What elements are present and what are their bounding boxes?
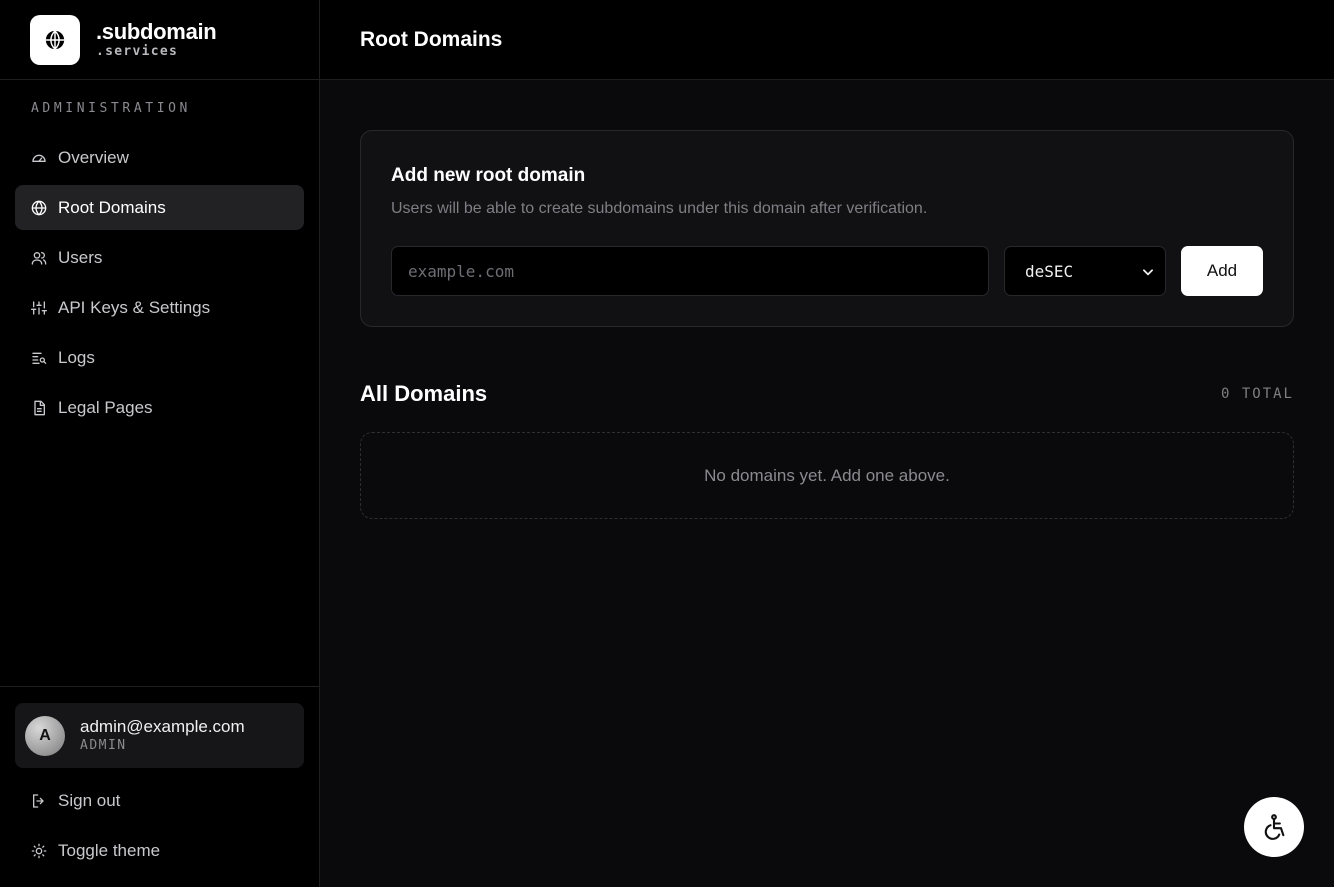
- toggle-theme-button[interactable]: Toggle theme: [15, 828, 304, 873]
- sign-out-button[interactable]: Sign out: [15, 778, 304, 823]
- provider-select-value: deSEC: [1025, 261, 1074, 281]
- toggle-theme-label: Toggle theme: [58, 840, 161, 860]
- section-label: ADMINISTRATION: [31, 101, 191, 116]
- add-domain-title: Add new root domain: [391, 165, 586, 186]
- add-button[interactable]: Add: [1181, 246, 1263, 296]
- all-domains-title: All Domains: [360, 381, 488, 406]
- document-icon: [31, 400, 47, 416]
- domains-empty-state: No domains yet. Add one above.: [360, 432, 1294, 519]
- sliders-icon: [31, 300, 47, 316]
- accessibility-button[interactable]: [1244, 797, 1304, 857]
- user-role: ADMIN: [80, 738, 127, 753]
- log-search-icon: [31, 350, 47, 366]
- sidebar-nav: Overview Root Domains Users API Keys & S…: [15, 135, 304, 435]
- sidebar-item-label: Logs: [58, 347, 95, 367]
- empty-state-message: No domains yet. Add one above.: [704, 465, 950, 485]
- provider-select[interactable]: deSEC: [1004, 246, 1166, 296]
- brand[interactable]: .subdomain .services: [0, 0, 319, 80]
- sidebar-footer: A admin@example.com ADMIN Sign out Toggl…: [0, 686, 319, 887]
- user-email: admin@example.com: [80, 717, 245, 736]
- sidebar-item-users[interactable]: Users: [15, 235, 304, 280]
- brand-subtitle: .services: [96, 43, 179, 59]
- sidebar-item-root-domains[interactable]: Root Domains: [15, 185, 304, 230]
- sidebar-item-label: Users: [58, 247, 103, 267]
- globe-icon: [45, 29, 65, 50]
- avatar: A: [25, 715, 65, 756]
- sidebar-item-overview[interactable]: Overview: [15, 135, 304, 180]
- wheelchair-icon: [1264, 814, 1285, 840]
- sidebar-item-api-keys[interactable]: API Keys & Settings: [15, 285, 304, 330]
- add-domain-card: Add new root domain Users will be able t…: [360, 130, 1294, 327]
- user-card[interactable]: A admin@example.com ADMIN: [15, 703, 304, 768]
- chevron-down-icon: [1143, 269, 1153, 276]
- sun-icon: [31, 843, 47, 859]
- brand-title: .subdomain: [96, 18, 217, 44]
- sidebar-item-logs[interactable]: Logs: [15, 335, 304, 380]
- sidebar-item-label: API Keys & Settings: [58, 297, 211, 317]
- sidebar-item-legal-pages[interactable]: Legal Pages: [15, 385, 304, 430]
- sidebar: .subdomain .services ADMINISTRATION Over…: [0, 0, 320, 887]
- users-icon: [31, 250, 47, 266]
- domain-input[interactable]: [391, 246, 989, 296]
- sign-out-icon: [31, 793, 47, 809]
- sidebar-item-label: Root Domains: [58, 197, 166, 217]
- top-bar: Root Domains: [320, 0, 1334, 80]
- sidebar-item-label: Legal Pages: [58, 397, 153, 417]
- add-domain-description: Users will be able to create subdomains …: [391, 200, 928, 217]
- page-title: Root Domains: [360, 27, 503, 51]
- domains-total-count: 0 TOTAL: [1220, 386, 1294, 402]
- gauge-icon: [31, 150, 47, 166]
- sign-out-label: Sign out: [58, 790, 121, 810]
- sidebar-item-label: Overview: [58, 147, 129, 167]
- globe-icon: [31, 200, 47, 216]
- brand-logo: [30, 14, 80, 65]
